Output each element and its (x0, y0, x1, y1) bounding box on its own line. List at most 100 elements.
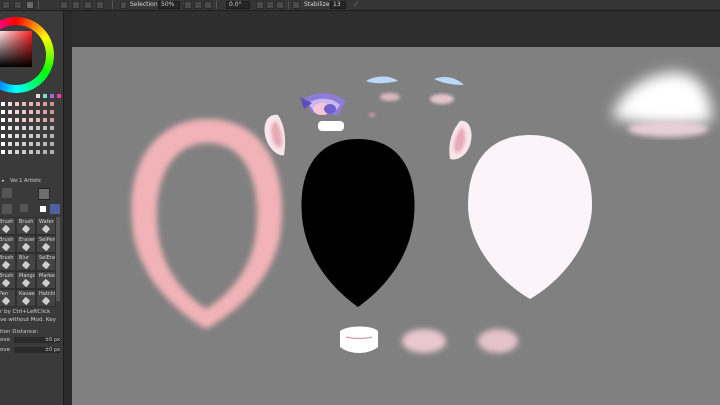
rotate-reset-icon[interactable] (276, 1, 284, 9)
tab-indicator-icon[interactable]: ▸ (2, 177, 5, 186)
brush-tool-cell[interactable]: Hatching (36, 289, 56, 307)
palette-swatch[interactable] (28, 149, 34, 155)
brush-tool-cell[interactable]: Brush (0, 217, 16, 235)
tab-artistic[interactable]: Artistic (24, 177, 42, 186)
palette-swatch[interactable] (0, 141, 6, 147)
zoom-field[interactable]: 50% (158, 1, 180, 9)
palette-swatch[interactable] (14, 101, 20, 107)
brush-tool-cell[interactable]: Marker (36, 271, 56, 289)
brush-tool-cell[interactable]: Brush (0, 271, 16, 289)
palette-swatch[interactable] (42, 93, 48, 99)
rotate-right-icon[interactable] (266, 1, 274, 9)
brush-tool-cell[interactable]: Brush (0, 235, 16, 253)
palette-swatch[interactable] (7, 109, 13, 115)
palette-swatch[interactable] (14, 141, 20, 147)
rotation-field[interactable]: 0.0° (226, 1, 250, 9)
stabilizer-field[interactable]: 13 (330, 1, 346, 9)
palette-swatch[interactable] (28, 125, 34, 131)
palette-swatch[interactable] (42, 117, 48, 123)
palette-swatch[interactable] (49, 141, 55, 147)
deselect-icon[interactable] (84, 1, 92, 9)
palette-swatch[interactable] (35, 141, 41, 147)
palette-swatch[interactable] (7, 117, 13, 123)
palette-swatch[interactable] (42, 125, 48, 131)
tool-select-icon[interactable] (2, 188, 12, 198)
palette-swatch[interactable] (7, 101, 13, 107)
palette-swatch[interactable] (49, 93, 55, 99)
palette-swatch[interactable] (14, 109, 20, 115)
palette-swatch[interactable] (14, 125, 20, 131)
secondary-color-swatch[interactable] (40, 206, 46, 212)
palette-swatch[interactable] (14, 93, 20, 99)
palette-swatch[interactable] (21, 93, 27, 99)
palette-swatch[interactable] (7, 133, 13, 139)
zoom-in-icon[interactable] (194, 1, 202, 9)
zoom-out-icon[interactable] (184, 1, 192, 9)
panel-toggle-icon[interactable] (14, 1, 22, 9)
palette-swatch[interactable] (35, 133, 41, 139)
palette-swatch[interactable] (14, 133, 20, 139)
palette-swatch[interactable] (35, 117, 41, 123)
brush-tool-cell[interactable]: Kavaero (16, 289, 36, 307)
brush-tool-cell[interactable]: Pen (0, 289, 16, 307)
palette-swatch[interactable] (28, 133, 34, 139)
palette-swatch[interactable] (49, 117, 55, 123)
palette-swatch[interactable] (49, 109, 55, 115)
palette-swatch[interactable] (42, 141, 48, 147)
palette-swatch[interactable] (28, 93, 34, 99)
palette-swatch[interactable] (21, 125, 27, 131)
hand-tool-icon[interactable] (2, 204, 12, 214)
brush-tool-cell[interactable]: Eraser (16, 235, 36, 253)
rotate-left-icon[interactable] (256, 1, 264, 9)
palette-swatch[interactable] (0, 109, 6, 115)
palette-swatch[interactable] (7, 93, 13, 99)
palette-swatch[interactable] (28, 109, 34, 115)
distance-row-value[interactable]: ±0 px (14, 337, 60, 343)
palette-swatch[interactable] (21, 101, 27, 107)
eyedropper-icon[interactable] (20, 204, 28, 212)
palette-swatch[interactable] (0, 133, 6, 139)
palette-swatch[interactable] (21, 133, 27, 139)
palette-swatch[interactable] (49, 149, 55, 155)
line-tool-icon[interactable]: ⟋ (354, 1, 358, 9)
palette-swatch[interactable] (21, 149, 27, 155)
palette-swatch[interactable] (42, 149, 48, 155)
palette-swatch[interactable] (0, 117, 6, 123)
palette-swatch[interactable] (7, 125, 13, 131)
palette-swatch[interactable] (49, 133, 55, 139)
transparent-color-swatch[interactable] (50, 204, 60, 214)
panel-splitter[interactable] (63, 11, 72, 405)
palette-swatch[interactable] (42, 109, 48, 115)
palette-swatch[interactable] (0, 149, 6, 155)
distance-row-value[interactable]: ±0 px (14, 347, 60, 353)
palette-swatch[interactable] (0, 93, 6, 99)
palette-swatch[interactable] (0, 101, 6, 107)
palette-swatch[interactable] (49, 125, 55, 131)
palette-swatch[interactable] (21, 141, 27, 147)
redo-icon[interactable] (72, 1, 80, 9)
zoom-fit-icon[interactable] (204, 1, 212, 9)
brush-tool-cell[interactable]: Water Color (36, 217, 56, 235)
palette-swatch[interactable] (56, 93, 62, 99)
palette-swatch[interactable] (28, 117, 34, 123)
palette-swatch[interactable] (21, 117, 27, 123)
palette-swatch[interactable] (35, 93, 41, 99)
undo-icon[interactable] (60, 1, 68, 9)
palette-swatch[interactable] (21, 109, 27, 115)
saturation-value-square[interactable] (0, 31, 32, 67)
palette-swatch[interactable] (35, 149, 41, 155)
tool-grid-scrollbar[interactable] (56, 217, 60, 301)
palette-swatch[interactable] (42, 133, 48, 139)
brush-tool-cell[interactable]: Mango (16, 271, 36, 289)
canvas-view-icon[interactable] (26, 1, 34, 9)
brush-tool-cell[interactable]: Blur (16, 253, 36, 271)
brush-tool-cell[interactable]: SelEra (36, 253, 56, 271)
drawing-canvas[interactable] (72, 47, 720, 405)
brush-tool-cell[interactable]: SelPen (36, 235, 56, 253)
primary-color-swatch[interactable] (38, 188, 50, 200)
layout-icon[interactable] (2, 1, 10, 9)
palette-swatch[interactable] (35, 125, 41, 131)
selection-icon[interactable] (120, 1, 127, 9)
clear-icon[interactable] (96, 1, 104, 9)
palette-swatch[interactable] (35, 109, 41, 115)
